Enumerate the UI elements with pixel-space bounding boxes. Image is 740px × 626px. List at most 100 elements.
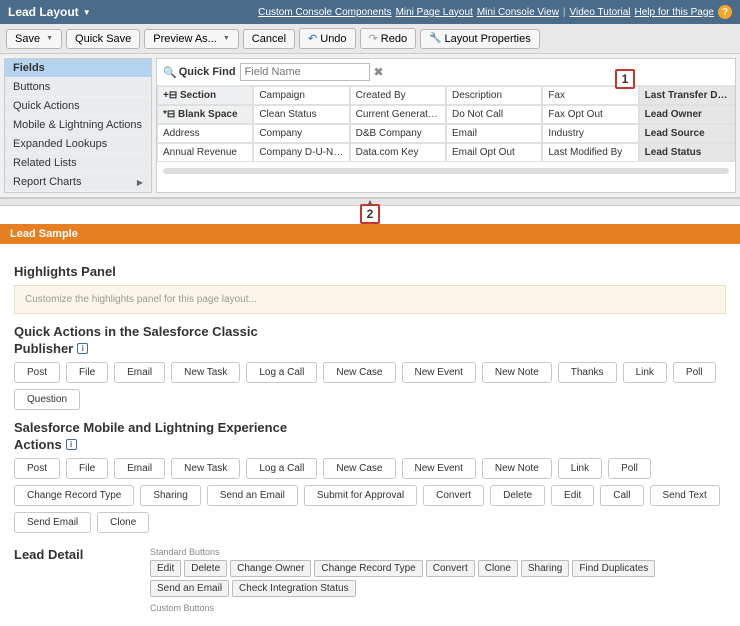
link-mini-console-view[interactable]: Mini Console View bbox=[477, 7, 559, 18]
standard-button[interactable]: Check Integration Status bbox=[232, 580, 356, 597]
standard-button[interactable]: Change Owner bbox=[230, 560, 311, 577]
link-video-tutorial[interactable]: Video Tutorial bbox=[570, 7, 631, 18]
separator: | bbox=[563, 7, 566, 18]
field-company-duns[interactable]: Company D-U-N-S N... bbox=[253, 143, 349, 162]
field-campaign[interactable]: Campaign bbox=[253, 86, 349, 105]
callout-marker-2: 2 bbox=[360, 204, 380, 224]
field-industry[interactable]: Industry bbox=[542, 124, 638, 143]
sidebar-item-expanded-lookups[interactable]: Expanded Lookups bbox=[5, 135, 151, 154]
page-title[interactable]: Lead Layout ▼ bbox=[8, 5, 91, 19]
link-custom-console-components[interactable]: Custom Console Components bbox=[258, 7, 391, 18]
action-pill[interactable]: Email bbox=[114, 362, 165, 383]
preview-as-button[interactable]: Preview As... bbox=[144, 29, 239, 49]
action-pill[interactable]: Convert bbox=[423, 485, 484, 506]
action-pill[interactable]: New Task bbox=[171, 458, 240, 479]
quick-find-input[interactable] bbox=[240, 63, 370, 81]
action-pill[interactable]: Edit bbox=[551, 485, 594, 506]
help-icon[interactable]: ? bbox=[718, 5, 732, 19]
action-pill[interactable]: Thanks bbox=[558, 362, 617, 383]
field-email-opt-out[interactable]: Email Opt Out bbox=[446, 143, 542, 162]
horizontal-scrollbar[interactable] bbox=[163, 168, 729, 174]
standard-button[interactable]: Find Duplicates bbox=[572, 560, 655, 577]
sidebar-item-buttons[interactable]: Buttons bbox=[5, 78, 151, 97]
action-pill[interactable]: File bbox=[66, 362, 108, 383]
field-annual-revenue[interactable]: Annual Revenue bbox=[157, 143, 253, 162]
field-description[interactable]: Description bbox=[446, 86, 542, 105]
field-lead-status[interactable]: Lead Status bbox=[639, 143, 735, 162]
link-mini-page-layout[interactable]: Mini Page Layout bbox=[396, 7, 473, 18]
standard-button[interactable]: Edit bbox=[150, 560, 181, 577]
clear-icon[interactable]: ✖ bbox=[374, 65, 384, 79]
action-pill[interactable]: Submit for Approval bbox=[304, 485, 417, 506]
action-pill[interactable]: New Note bbox=[482, 458, 552, 479]
action-pill[interactable]: New Note bbox=[482, 362, 552, 383]
action-pill[interactable]: Clone bbox=[97, 512, 149, 533]
action-pill[interactable]: File bbox=[66, 458, 108, 479]
lead-detail-title: Lead Detail bbox=[14, 547, 134, 562]
field-lead-source[interactable]: Lead Source bbox=[639, 124, 735, 143]
action-pill[interactable]: New Event bbox=[402, 458, 476, 479]
action-pill[interactable]: Send an Email bbox=[207, 485, 298, 506]
action-pill[interactable]: Post bbox=[14, 362, 60, 383]
redo-button[interactable]: ↷Redo bbox=[360, 28, 417, 49]
standard-button[interactable]: Send an Email bbox=[150, 580, 229, 597]
action-pill[interactable]: Send Text bbox=[650, 485, 720, 506]
sidebar-item-quick-actions[interactable]: Quick Actions bbox=[5, 97, 151, 116]
standard-button[interactable]: Clone bbox=[478, 560, 518, 577]
field-created-by[interactable]: Created By bbox=[350, 86, 446, 105]
undo-icon: ↶ bbox=[308, 32, 317, 45]
quick-save-button[interactable]: Quick Save bbox=[66, 29, 140, 49]
field-address[interactable]: Address bbox=[157, 124, 253, 143]
sidebar-item-report-charts[interactable]: Report Charts▶ bbox=[5, 173, 151, 192]
action-pill[interactable]: New Task bbox=[171, 362, 240, 383]
save-button[interactable]: Save bbox=[6, 29, 62, 49]
field-dnb-company[interactable]: D&B Company bbox=[350, 124, 446, 143]
action-pill[interactable]: New Case bbox=[323, 458, 395, 479]
field-fax-opt-out[interactable]: Fax Opt Out bbox=[542, 105, 638, 124]
action-pill[interactable]: Send Email bbox=[14, 512, 91, 533]
action-pill[interactable]: Delete bbox=[490, 485, 545, 506]
sidebar-item-mobile-lightning[interactable]: Mobile & Lightning Actions bbox=[5, 116, 151, 135]
field-datacom-key[interactable]: Data.com Key bbox=[350, 143, 446, 162]
standard-buttons-row: EditDeleteChange OwnerChange Record Type… bbox=[150, 560, 726, 597]
field-clean-status[interactable]: Clean Status bbox=[253, 105, 349, 124]
field-last-modified-by[interactable]: Last Modified By bbox=[542, 143, 638, 162]
field-blank-space[interactable]: *⊟ Blank Space bbox=[157, 105, 253, 124]
layout-properties-button[interactable]: 🔧Layout Properties bbox=[420, 29, 540, 49]
info-icon[interactable]: i bbox=[66, 439, 77, 450]
field-lead-owner[interactable]: Lead Owner bbox=[639, 105, 735, 124]
action-pill[interactable]: Email bbox=[114, 458, 165, 479]
link-help[interactable]: Help for this Page bbox=[635, 7, 715, 18]
field-section[interactable]: +⊟ Section bbox=[157, 86, 253, 105]
sidebar-item-related-lists[interactable]: Related Lists bbox=[5, 154, 151, 173]
field-current-generator[interactable]: Current Generator(s) bbox=[350, 105, 446, 124]
standard-button[interactable]: Sharing bbox=[521, 560, 569, 577]
action-pill[interactable]: Link bbox=[623, 362, 667, 383]
action-pill[interactable]: Call bbox=[600, 485, 643, 506]
highlights-panel-box[interactable]: Customize the highlights panel for this … bbox=[14, 285, 726, 314]
undo-button[interactable]: ↶Undo bbox=[299, 28, 356, 49]
palette-main: 🔍Quick Find ✖ +⊟ Section Campaign Create… bbox=[156, 58, 736, 193]
action-pill[interactable]: Question bbox=[14, 389, 80, 410]
field-do-not-call[interactable]: Do Not Call bbox=[446, 105, 542, 124]
action-pill[interactable]: Change Record Type bbox=[14, 485, 134, 506]
standard-button[interactable]: Change Record Type bbox=[314, 560, 422, 577]
info-icon[interactable]: i bbox=[77, 343, 88, 354]
action-pill[interactable]: Log a Call bbox=[246, 458, 317, 479]
action-pill[interactable]: Poll bbox=[673, 362, 716, 383]
action-pill[interactable]: Log a Call bbox=[246, 362, 317, 383]
field-email[interactable]: Email bbox=[446, 124, 542, 143]
section-header-lead-sample: Lead Sample bbox=[0, 224, 740, 244]
standard-button[interactable]: Delete bbox=[184, 560, 227, 577]
action-pill[interactable]: New Event bbox=[402, 362, 476, 383]
standard-button[interactable]: Convert bbox=[426, 560, 475, 577]
cancel-button[interactable]: Cancel bbox=[243, 29, 295, 49]
action-pill[interactable]: Sharing bbox=[140, 485, 200, 506]
sidebar-item-fields[interactable]: Fields bbox=[5, 59, 151, 78]
field-last-transfer-date[interactable]: Last Transfer Date bbox=[639, 86, 735, 105]
action-pill[interactable]: New Case bbox=[323, 362, 395, 383]
action-pill[interactable]: Link bbox=[558, 458, 602, 479]
action-pill[interactable]: Poll bbox=[608, 458, 651, 479]
field-company[interactable]: Company bbox=[253, 124, 349, 143]
action-pill[interactable]: Post bbox=[14, 458, 60, 479]
